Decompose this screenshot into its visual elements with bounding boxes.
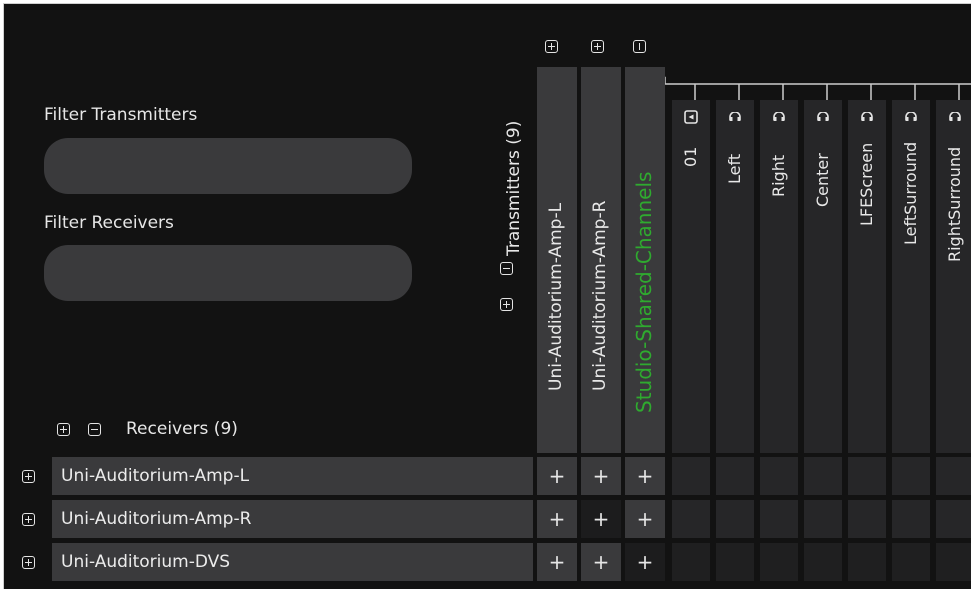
channel-column-01[interactable]: 01 [672,100,710,453]
matrix-cell[interactable] [936,457,971,495]
matrix-cell[interactable] [672,543,710,581]
channel-column-rightsurround[interactable]: RightSurround [936,100,971,453]
matrix-cell[interactable]: + [581,543,621,581]
matrix-cell[interactable] [848,500,886,538]
filter-transmitters-label: Filter Transmitters [44,105,198,125]
matrix-cell[interactable] [804,543,842,581]
headphones-icon [729,112,741,121]
channel-column-lfescreen[interactable]: LFEScreen [848,100,886,453]
matrix-cell[interactable]: + [537,543,577,581]
expand-receiver-amp-l-icon[interactable] [22,470,35,483]
channel-column-center[interactable]: Center [804,100,842,453]
headphones-icon [905,112,917,121]
expand-all-transmitters-icon[interactable] [500,298,513,311]
matrix-cell[interactable]: + [625,543,665,581]
matrix-cell[interactable] [760,500,798,538]
matrix-cell[interactable] [716,543,754,581]
headphones-icon [861,112,873,121]
matrix-cell[interactable] [892,500,930,538]
expand-receiver-dvs-icon[interactable] [22,556,35,569]
receiver-row-amp-l[interactable]: Uni-Auditorium-Amp-L [52,457,533,495]
channel-label: RightSurround [945,146,964,262]
channel-column-left[interactable]: Left [716,100,754,453]
matrix-cell[interactable]: + [581,457,621,495]
expand-transmitter-amp-l-icon[interactable] [545,40,558,53]
matrix-cell[interactable] [760,543,798,581]
channel-column-leftsurround[interactable]: LeftSurround [892,100,930,453]
channel-column-right[interactable]: Right [760,100,798,453]
receivers-count-label: Receivers (9) [126,419,238,439]
matrix-cell[interactable]: + [625,457,665,495]
filter-receivers-label: Filter Receivers [44,213,174,233]
channel-label: LeftSurround [901,141,920,245]
transmitter-label-studio: Studio-Shared-Channels [632,171,656,413]
expand-receiver-amp-r-icon[interactable] [22,513,35,526]
matrix-cell[interactable] [804,500,842,538]
expand-all-receivers-icon[interactable] [57,423,70,436]
channel-label: 01 [681,146,700,167]
matrix-cell[interactable] [848,543,886,581]
transmitter-label: Uni-Auditorium-Amp-L [546,202,566,391]
media-icon [684,110,698,124]
headphones-icon [949,112,961,121]
headphones-icon [773,112,785,121]
matrix-cell[interactable] [760,457,798,495]
matrix-cell[interactable] [892,457,930,495]
transmitter-label: Uni-Auditorium-Amp-R [590,200,610,391]
matrix-cell[interactable] [672,457,710,495]
matrix-cell[interactable] [716,457,754,495]
matrix-cell[interactable] [892,543,930,581]
receiver-label: Uni-Auditorium-Amp-R [61,509,252,529]
collapse-transmitter-studio-icon[interactable] [633,40,646,53]
matrix-cell[interactable] [848,457,886,495]
transmitter-column-amp-l[interactable]: Uni-Auditorium-Amp-L [537,67,577,453]
channel-label: Center [813,153,832,207]
channel-label: Left [725,153,744,184]
matrix-cell[interactable]: + [581,500,621,538]
receiver-label: Uni-Auditorium-DVS [61,552,231,572]
matrix-cell[interactable] [804,457,842,495]
collapse-all-transmitters-icon[interactable] [500,262,513,275]
expand-transmitter-amp-r-icon[interactable] [591,40,604,53]
transmitters-count-label: Transmitters (9) [504,120,524,256]
routing-matrix: Filter Transmitters Filter Receivers Tra… [3,3,971,589]
collapse-all-receivers-icon[interactable] [88,423,101,436]
filter-receivers-input[interactable] [44,245,412,301]
receiver-row-amp-r[interactable]: Uni-Auditorium-Amp-R [52,500,533,538]
matrix-cell[interactable] [936,543,971,581]
matrix-cell[interactable]: + [537,457,577,495]
receiver-row-dvs[interactable]: Uni-Auditorium-DVS [52,543,533,581]
matrix-cell[interactable]: + [625,500,665,538]
headphones-icon [817,112,829,121]
transmitter-column-amp-r[interactable]: Uni-Auditorium-Amp-R [581,67,621,453]
channel-label: Right [769,154,788,197]
matrix-cell[interactable] [672,500,710,538]
matrix-cell[interactable]: + [537,500,577,538]
filter-transmitters-input[interactable] [44,138,412,194]
matrix-cell[interactable] [716,500,754,538]
transmitter-column-studio-shared[interactable]: Studio-Shared-Channels [625,67,665,453]
receiver-label: Uni-Auditorium-Amp-L [61,466,250,486]
channel-label: LFEScreen [857,142,876,226]
matrix-cell[interactable] [936,500,971,538]
